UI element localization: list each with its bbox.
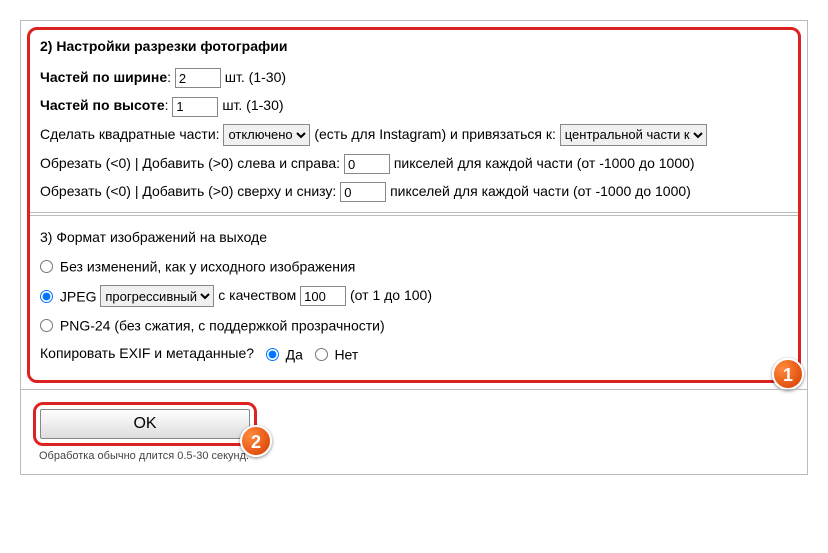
row-crop-tb: Обрезать (<0) | Добавить (>0) сверху и с… xyxy=(40,180,788,202)
exif-label: Копировать EXIF и метаданные? xyxy=(40,345,254,361)
radio-exif-yes[interactable] xyxy=(266,348,279,361)
label-png: PNG-24 (без сжатия, с поддержкой прозрач… xyxy=(60,317,385,333)
crop-lr-suffix: пикселей для каждой части (от -1000 до 1… xyxy=(394,155,695,171)
row-exif: Копировать EXIF и метаданные? Да Нет xyxy=(40,342,788,365)
annotation-badge-2: 2 xyxy=(240,425,272,457)
radio-exif-no[interactable] xyxy=(315,348,328,361)
section-divider xyxy=(30,212,798,216)
settings-panel: 2) Настройки разрезки фотографии Частей … xyxy=(20,20,808,475)
processing-hint: Обработка обычно длится 0.5-30 секунд. xyxy=(39,450,795,462)
submit-section: OK 2 Обработка обычно длится 0.5-30 секу… xyxy=(21,389,807,474)
label-nochange: Без изменений, как у исходного изображен… xyxy=(60,259,355,275)
width-input[interactable] xyxy=(175,68,221,88)
row-square: Сделать квадратные части: отключено (ест… xyxy=(40,123,788,146)
crop-tb-label: Обрезать (<0) | Добавить (>0) сверху и с… xyxy=(40,183,336,199)
row-width: Частей по ширине: шт. (1-30) xyxy=(40,66,788,88)
jpeg-quality-label: с качеством xyxy=(218,287,296,303)
jpeg-mode-select[interactable]: прогрессивный xyxy=(100,285,214,307)
width-suffix: шт. (1-30) xyxy=(225,69,286,85)
label-exif-yes: Да xyxy=(286,347,303,363)
crop-tb-suffix: пикселей для каждой части (от -1000 до 1… xyxy=(390,183,691,199)
annotation-badge-1: 1 xyxy=(772,358,804,390)
jpeg-quality-suffix: (от 1 до 100) xyxy=(350,287,432,303)
crop-lr-label: Обрезать (<0) | Добавить (>0) слева и сп… xyxy=(40,155,340,171)
row-height: Частей по высоте: шт. (1-30) xyxy=(40,94,788,116)
label-jpeg: JPEG xyxy=(60,288,97,304)
radio-jpeg[interactable] xyxy=(40,290,53,303)
row-format-jpeg: JPEG прогрессивный с качеством (от 1 до … xyxy=(40,284,788,307)
jpeg-quality-input[interactable] xyxy=(300,286,346,306)
section2-title: 2) Настройки разрезки фотографии xyxy=(40,38,788,54)
crop-lr-input[interactable] xyxy=(344,154,390,174)
square-mid: (есть для Instagram) и привязаться к: xyxy=(314,126,556,142)
crop-tb-input[interactable] xyxy=(340,182,386,202)
radio-nochange[interactable] xyxy=(40,260,53,273)
radio-png[interactable] xyxy=(40,319,53,332)
width-label: Частей по ширине xyxy=(40,69,167,85)
row-crop-lr: Обрезать (<0) | Добавить (>0) слева и сп… xyxy=(40,152,788,174)
ok-highlight: OK 2 xyxy=(33,402,257,446)
section3-title: 3) Формат изображений на выходе xyxy=(40,226,788,248)
square-label: Сделать квадратные части: xyxy=(40,126,220,142)
height-input[interactable] xyxy=(172,97,218,117)
square-anchor-select[interactable]: центральной части к xyxy=(560,124,707,146)
square-select[interactable]: отключено xyxy=(223,124,310,146)
height-label: Частей по высоте xyxy=(40,97,165,113)
row-format-nochange: Без изменений, как у исходного изображен… xyxy=(40,254,788,277)
height-suffix: шт. (1-30) xyxy=(222,97,283,113)
label-exif-no: Нет xyxy=(334,347,358,363)
ok-button[interactable]: OK xyxy=(40,409,250,439)
row-format-png: PNG-24 (без сжатия, с поддержкой прозрач… xyxy=(40,313,788,336)
settings-highlight: 2) Настройки разрезки фотографии Частей … xyxy=(27,27,801,383)
